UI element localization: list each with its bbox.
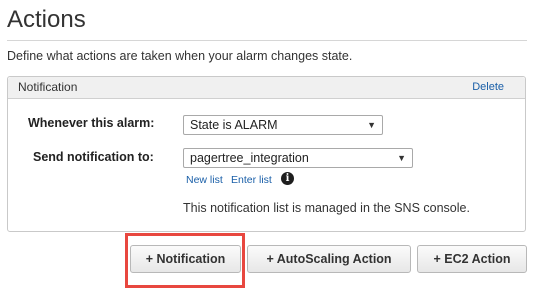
add-autoscaling-action-button[interactable]: + AutoScaling Action xyxy=(247,245,411,273)
add-notification-button[interactable]: + Notification xyxy=(130,245,241,273)
send-notification-label: Send notification to: xyxy=(33,150,154,164)
page-title: Actions xyxy=(7,6,86,33)
notification-topic-value: pagertree_integration xyxy=(190,151,309,165)
notification-topic-select[interactable]: pagertree_integration ▼ xyxy=(183,148,413,168)
new-list-link[interactable]: New list xyxy=(186,174,223,186)
dropdown-arrow-icon: ▼ xyxy=(367,120,376,130)
notification-panel-title: Notification xyxy=(18,80,78,94)
sns-managed-note: This notification list is managed in the… xyxy=(183,201,470,215)
page-description: Define what actions are taken when your … xyxy=(7,49,353,63)
dropdown-arrow-icon: ▼ xyxy=(397,153,406,163)
alarm-state-select[interactable]: State is ALARM ▼ xyxy=(183,115,383,135)
alarm-state-value: State is ALARM xyxy=(190,118,278,132)
title-divider xyxy=(7,40,527,41)
info-icon[interactable]: i xyxy=(281,172,294,185)
whenever-alarm-label: Whenever this alarm: xyxy=(28,116,155,130)
enter-list-link[interactable]: Enter list xyxy=(231,174,272,186)
notification-panel-header: Notification Delete xyxy=(8,77,525,99)
add-ec2-action-button[interactable]: + EC2 Action xyxy=(417,245,527,273)
delete-link[interactable]: Delete xyxy=(472,81,504,93)
